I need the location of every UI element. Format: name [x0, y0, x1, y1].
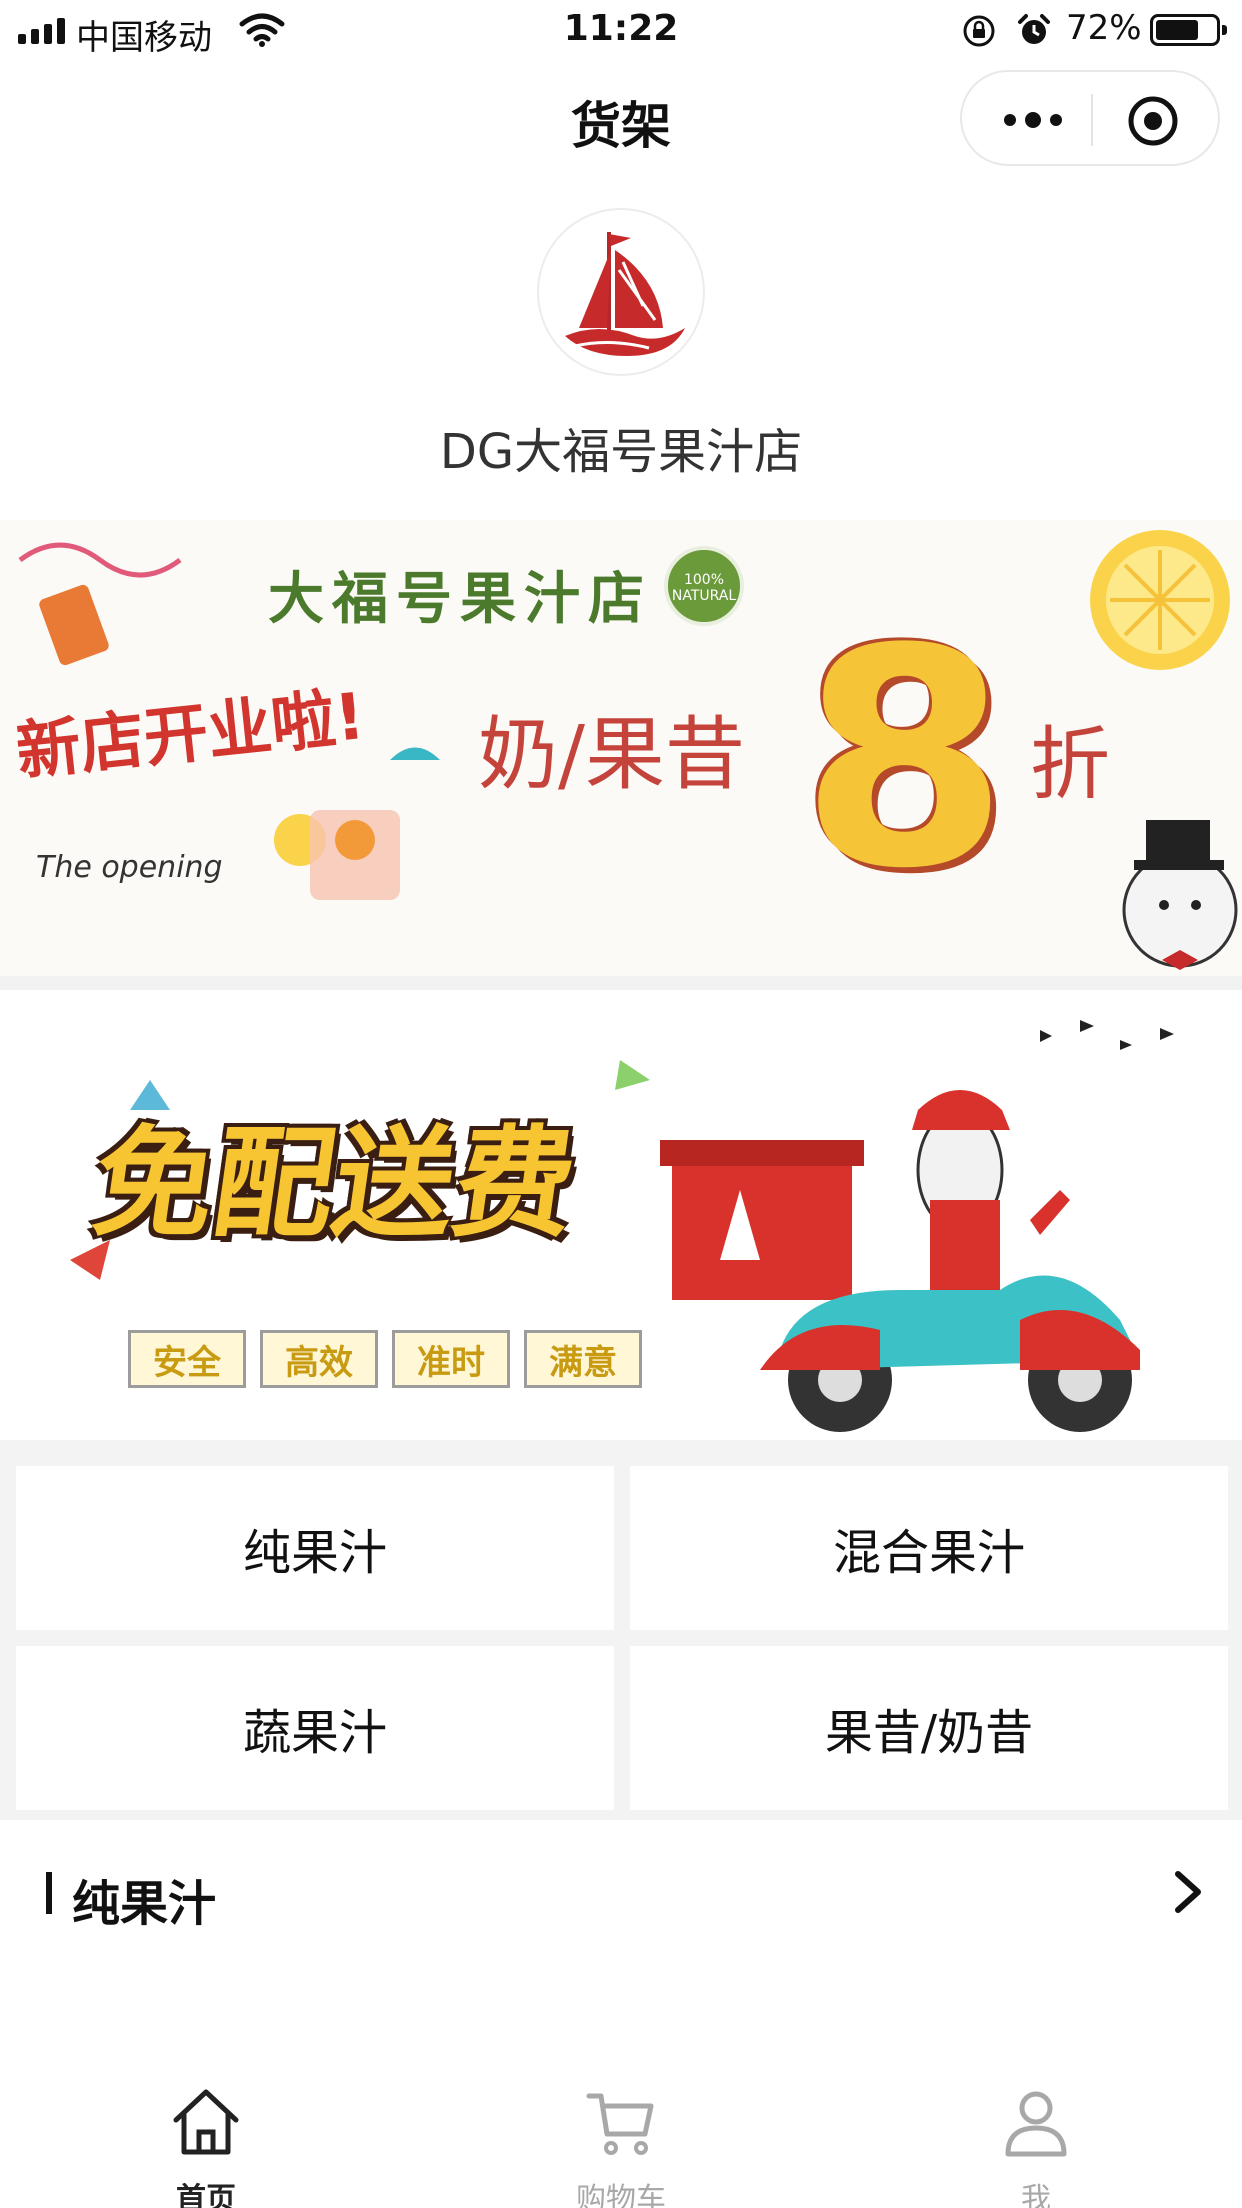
sailboat-logo-icon: [565, 232, 685, 356]
section-title: 纯果汁: [72, 1876, 217, 1932]
tab-me[interactable]: 我: [936, 2060, 1136, 2208]
menu-capsule: [960, 70, 1220, 166]
tab-me-label: 我: [1021, 2182, 1051, 2208]
battery-fill: [1156, 20, 1198, 40]
category-grid: 纯果汁 混合果汁 蔬果汁 果昔/奶昔: [0, 1440, 1242, 1820]
tab-bar: 首页 购物车 我: [0, 2060, 1242, 2208]
store-logo[interactable]: [537, 208, 705, 376]
delivery-tag: 高效: [260, 1330, 378, 1388]
category-mixed-juice[interactable]: 混合果汁: [630, 1466, 1228, 1630]
more-icon[interactable]: [998, 104, 1068, 136]
status-bar: 中国移动 11:22 72%: [0, 0, 1242, 62]
cart-icon: [586, 2093, 654, 2155]
chevron-right-icon[interactable]: [1168, 1868, 1208, 1916]
tab-home[interactable]: 首页: [106, 2060, 306, 2208]
category-pure-juice[interactable]: 纯果汁: [16, 1466, 614, 1630]
store-name: DG大福号果汁店: [439, 424, 803, 480]
banner-divider: [0, 976, 1242, 990]
banner-promo-suffix: 折: [1030, 718, 1110, 811]
banner-promo-number: 8: [800, 585, 1009, 934]
category-smoothie-milkshake[interactable]: 果昔/奶昔: [630, 1646, 1228, 1810]
banner-shop-name: 大福号果汁店: [268, 567, 652, 632]
clock: 11:22: [563, 8, 679, 49]
natural-badge: 100% NATURAL: [664, 546, 744, 626]
free-delivery-title: 免配送费: [84, 1115, 585, 1254]
delivery-tag: 满意: [524, 1330, 642, 1388]
capsule-divider: [1091, 94, 1093, 146]
tab-home-label: 首页: [176, 2182, 236, 2208]
delivery-tag: 安全: [128, 1330, 246, 1388]
home-icon: [173, 2089, 239, 2155]
rotation-lock-icon: [963, 15, 995, 47]
promo-banner-discount[interactable]: 大福号果汁店 100% NATURAL 新店开业啦! The opening 奶…: [0, 520, 1242, 976]
promo-banner-free-delivery[interactable]: 免配送费 安全 高效 准时 满意: [0, 990, 1242, 1440]
banner-subline: The opening: [36, 850, 223, 885]
category-vegetable-juice[interactable]: 蔬果汁: [16, 1646, 614, 1810]
tab-cart-label: 购物车: [576, 2182, 666, 2208]
close-target-icon[interactable]: [1126, 94, 1180, 148]
battery-percent: 72%: [1066, 8, 1142, 48]
banner-promo-text: 奶/果昔: [478, 708, 745, 801]
page: 中国移动 11:22 72% 货架 DG大福号果汁店 大福号果汁店 100% N…: [0, 0, 1242, 2208]
section-marker: [46, 1872, 52, 1914]
user-icon: [1005, 2091, 1067, 2157]
tab-cart[interactable]: 购物车: [521, 2060, 721, 2208]
section-header[interactable]: 纯果汁: [0, 1820, 1242, 1980]
delivery-tags: 安全 高效 准时 满意: [128, 1330, 642, 1388]
alarm-icon: [1018, 14, 1050, 44]
delivery-tag: 准时: [392, 1330, 510, 1388]
battery-icon: [1150, 14, 1227, 46]
